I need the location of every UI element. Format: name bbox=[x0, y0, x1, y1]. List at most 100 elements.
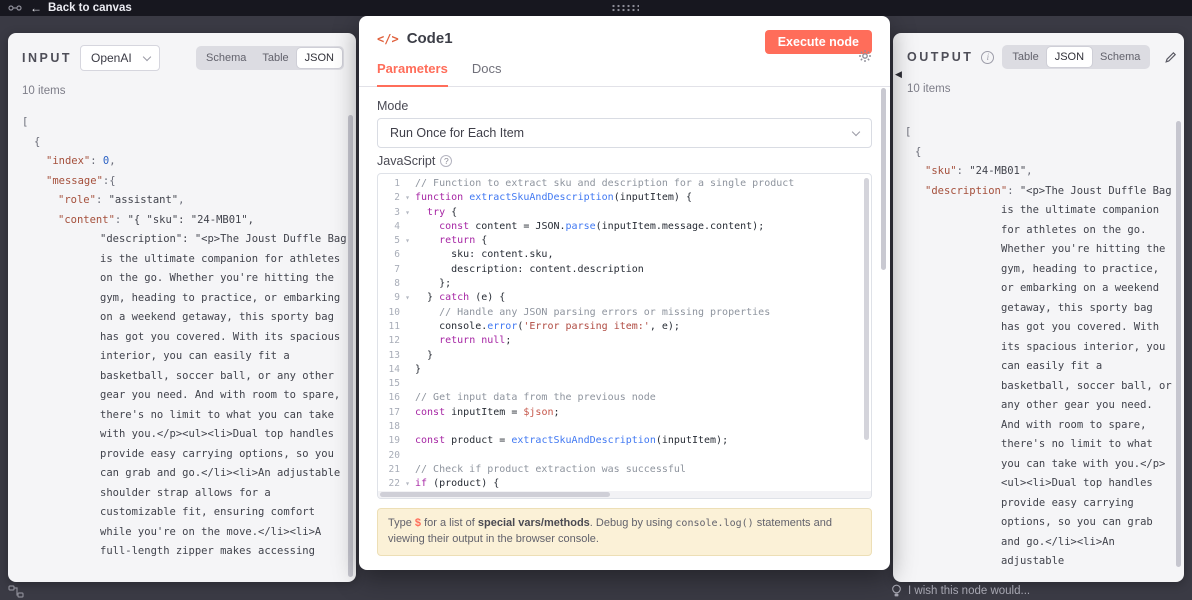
node-settings-gear-icon[interactable] bbox=[858, 49, 872, 63]
code-line[interactable]: 12 return null; bbox=[378, 334, 871, 348]
code-line[interactable]: 17 const inputItem = $json; bbox=[378, 406, 871, 420]
json-row: "message":{ bbox=[22, 172, 348, 192]
input-tab-table[interactable]: Table bbox=[254, 48, 296, 68]
line-number: 9 bbox=[394, 292, 400, 304]
code-line[interactable]: 10 // Handle any JSON parsing errors or … bbox=[378, 306, 871, 320]
drag-dots-icon bbox=[611, 3, 639, 12]
fold-gutter bbox=[400, 220, 415, 234]
modal-drag-handle[interactable] bbox=[598, 0, 652, 15]
json-key: "description" bbox=[925, 184, 1008, 197]
json-key: "content" bbox=[58, 213, 115, 226]
code-line[interactable]: 4 const content = JSON.parse(inputItem.m… bbox=[378, 220, 871, 234]
help-icon[interactable]: ? bbox=[440, 155, 453, 167]
json-key: "role" bbox=[58, 194, 96, 206]
hint-text: . Debug by using bbox=[589, 517, 676, 529]
json-value: "assistant" bbox=[108, 194, 179, 206]
json-comma: , bbox=[178, 194, 185, 206]
modal-scrollbar[interactable] bbox=[881, 88, 886, 270]
fold-gutter bbox=[400, 306, 415, 320]
fold-arrow-icon[interactable]: ▾ bbox=[400, 291, 415, 305]
line-number: 1 bbox=[394, 178, 400, 189]
chevron-down-icon bbox=[851, 127, 861, 136]
fold-arrow-icon[interactable]: ▾ bbox=[400, 477, 415, 491]
code-line[interactable]: 9 ▾ } catch (e) { bbox=[378, 291, 871, 305]
code-line[interactable]: 3 ▾ try { bbox=[378, 206, 871, 220]
fold-gutter bbox=[400, 449, 415, 463]
tab-docs[interactable]: Docs bbox=[472, 61, 502, 86]
edit-output-button[interactable] bbox=[1164, 50, 1178, 64]
output-items-count: 10 items bbox=[907, 83, 951, 95]
json-punctuation: { bbox=[915, 145, 922, 158]
json-value: "{ "sku": "24-MB01", "description": "<p>… bbox=[100, 213, 347, 558]
output-tab-table[interactable]: Table bbox=[1004, 47, 1046, 67]
back-label: Back to canvas bbox=[48, 2, 132, 14]
output-scrollbar[interactable] bbox=[1176, 121, 1181, 567]
code-line[interactable]: 11 console.error('Error parsing item:', … bbox=[378, 320, 871, 334]
input-tab-json[interactable]: JSON bbox=[296, 48, 342, 68]
code-line[interactable]: 14} bbox=[378, 363, 871, 377]
mode-select[interactable]: Run Once for Each Item bbox=[377, 118, 872, 148]
code-line[interactable]: 13 } bbox=[378, 349, 871, 363]
input-scrollbar[interactable] bbox=[348, 115, 353, 577]
code-line[interactable]: 21 // Check if product extraction was suc… bbox=[378, 463, 871, 477]
output-tab-json[interactable]: JSON bbox=[1046, 47, 1093, 67]
code-line[interactable]: 22 ▾ if (product) { bbox=[378, 477, 871, 491]
editor-horizontal-scrollbar[interactable] bbox=[380, 492, 610, 497]
fold-arrow-icon[interactable]: ▾ bbox=[400, 191, 415, 205]
input-source-value: OpenAI bbox=[91, 51, 132, 65]
json-key: "message" bbox=[46, 174, 103, 187]
code-line[interactable]: 15 bbox=[378, 377, 871, 391]
json-key: "index" bbox=[46, 155, 91, 167]
code-line[interactable]: 1 // Function to extract sku and descript… bbox=[378, 177, 871, 191]
tab-parameters[interactable]: Parameters bbox=[377, 61, 448, 87]
collapse-panel-arrow-icon[interactable]: ◀ bbox=[895, 69, 902, 80]
code-text: function extractSkuAndDescription(inputI… bbox=[415, 192, 692, 204]
output-json-view: [{"sku": "24-MB01", "description": "<p>Th… bbox=[893, 121, 1176, 578]
input-view-tabs: Schema Table JSON bbox=[196, 46, 344, 70]
code-editor[interactable]: 1 // Function to extract sku and descript… bbox=[377, 173, 872, 499]
mode-select-value: Run Once for Each Item bbox=[390, 126, 525, 140]
json-colon: : bbox=[956, 165, 970, 177]
editor-horizontal-scrollbar-track bbox=[378, 491, 871, 498]
node-details-modal: </> Code1 Execute node Parameters Docs M… bbox=[359, 16, 890, 570]
input-tab-schema[interactable]: Schema bbox=[198, 48, 254, 68]
node-wish-prompt[interactable]: I wish this node would... bbox=[891, 584, 1030, 598]
fold-gutter bbox=[400, 334, 415, 348]
code-line[interactable]: 19 const product = extractSkuAndDescripti… bbox=[378, 434, 871, 448]
code-line[interactable]: 8 }; bbox=[378, 277, 871, 291]
back-to-canvas-link[interactable]: ← Back to canvas bbox=[30, 2, 132, 14]
code-line[interactable]: 18 bbox=[378, 420, 871, 434]
editor-hint: Type $ for a list of special vars/method… bbox=[377, 508, 872, 556]
code-line[interactable]: 5 ▾ return { bbox=[378, 234, 871, 248]
code-text: // Function to extract sku and descripti… bbox=[415, 178, 795, 189]
json-row: "sku": "24-MB01", bbox=[905, 162, 1176, 182]
fold-arrow-icon[interactable]: ▾ bbox=[400, 234, 415, 248]
line-number: 15 bbox=[388, 378, 400, 390]
fold-gutter bbox=[400, 391, 415, 405]
output-panel: OUTPUT i Table JSON Schema ◀ 10 items [{… bbox=[893, 33, 1184, 582]
json-row: { bbox=[905, 143, 1176, 163]
code-line[interactable]: 7 description: content.description bbox=[378, 263, 871, 277]
line-number: 2 bbox=[394, 192, 400, 204]
fold-gutter bbox=[400, 406, 415, 420]
fold-gutter bbox=[400, 320, 415, 334]
code-line[interactable]: 16 // Get input data from the previous no… bbox=[378, 391, 871, 405]
code-line[interactable]: 20 bbox=[378, 449, 871, 463]
input-source-select[interactable]: OpenAI bbox=[80, 45, 160, 71]
json-row: "role": "assistant", bbox=[22, 191, 348, 211]
code-line[interactable]: 6 sku: content.sku, bbox=[378, 248, 871, 262]
info-icon[interactable]: i bbox=[981, 50, 995, 64]
output-tab-schema[interactable]: Schema bbox=[1092, 47, 1148, 67]
line-number: 21 bbox=[388, 463, 400, 475]
language-label: JavaScript bbox=[377, 154, 436, 168]
code-line[interactable]: 2 ▾ function extractSkuAndDescription(inpu… bbox=[378, 191, 871, 205]
line-number: 7 bbox=[394, 263, 400, 275]
editor-vertical-scrollbar[interactable] bbox=[864, 178, 869, 440]
input-json-view: [{"index": 0, "message":{"role": "assista… bbox=[8, 111, 348, 578]
json-colon: : bbox=[95, 194, 109, 206]
n8n-logo-icon bbox=[8, 5, 22, 11]
fold-arrow-icon[interactable]: ▾ bbox=[400, 206, 415, 220]
json-key: "sku" bbox=[925, 165, 957, 177]
line-number: 5 bbox=[394, 235, 400, 247]
output-panel-title: OUTPUT bbox=[907, 50, 974, 64]
